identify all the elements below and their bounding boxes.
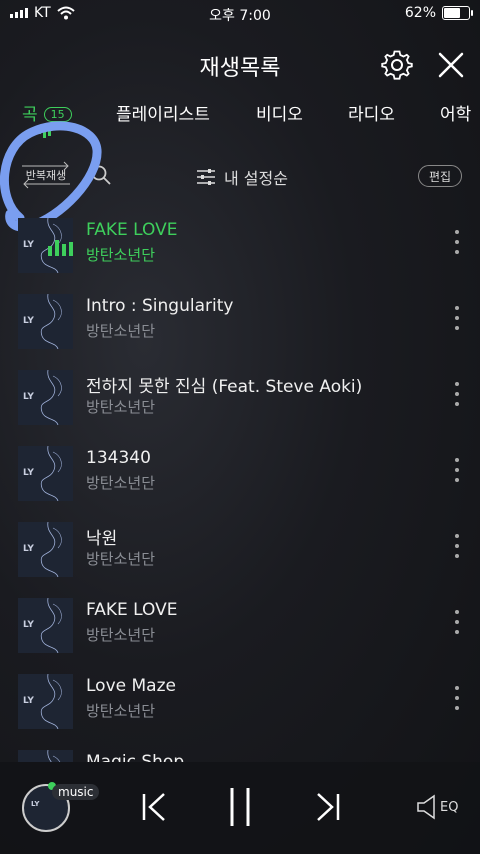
edit-button[interactable]: 편집 [418,165,462,187]
now-playing-eq-icon [48,240,73,256]
tab-radio[interactable]: 라디오 [348,100,395,125]
album-art-text: LY [23,240,34,250]
pause-icon[interactable] [222,786,258,828]
song-artist: 방탄소년단 [86,702,156,720]
song-row[interactable]: LY FAKE LOVE 방탄소년단 [0,218,480,284]
song-row[interactable]: LY 134340 방탄소년단 [0,446,480,512]
song-title: FAKE LOVE [86,220,178,240]
song-artist: 방탄소년단 [86,474,156,492]
header: 재생목록 [0,42,480,86]
tab-playlist[interactable]: 플레이리스트 [116,100,210,125]
close-icon[interactable] [434,48,468,82]
battery-percent: 62% [404,5,436,21]
song-row[interactable]: LY Love Maze 방탄소년단 [0,674,480,740]
album-art: LY [18,598,73,653]
tab-songs[interactable]: 곡 15 [22,100,72,125]
song-row[interactable]: LY Intro : Singularity 방탄소년단 [0,294,480,360]
song-artist: 방탄소년단 [86,322,156,340]
song-artist: 방탄소년단 [86,398,156,416]
album-art: LY [18,218,73,273]
song-title: Magic Shop [86,752,185,762]
album-art: LY [18,446,73,501]
album-art-text: LY [23,696,34,706]
album-art-text: LY [23,316,34,326]
album-art: LY [18,294,73,349]
more-options-icon[interactable] [450,382,464,406]
album-art-text: LY [23,468,34,478]
song-count-badge: 15 [43,107,72,122]
eq-label: EQ [440,799,459,815]
album-art-text: LY [23,620,34,630]
song-title: 낙원 [86,529,118,549]
battery-icon [442,6,473,20]
music-tag: music [52,784,100,800]
repeat-button[interactable]: 반복재생 [18,160,74,190]
song-row[interactable]: LY 낙원 방탄소년단 [0,522,480,588]
list-toolbar: 반복재생 내 설정순 편집 [0,160,480,192]
more-options-icon[interactable] [450,230,464,254]
album-art: LY [18,370,73,425]
previous-icon[interactable] [138,790,172,824]
album-art-text: LY [23,392,34,402]
tab-bar: 곡 15 플레이리스트 비디오 라디오 어학 [0,98,480,138]
next-icon[interactable] [310,790,344,824]
more-options-icon[interactable] [450,306,464,330]
sliders-icon [197,169,215,185]
tab-label: 곡 [22,105,38,125]
song-row[interactable]: LY 전하지 못한 진심 (Feat. Steve Aoki) 방탄소년단 [0,370,480,436]
album-art: LY [18,522,73,577]
album-art-text: LY [23,544,34,554]
mini-player: LY music EQ [0,762,480,854]
song-row[interactable]: LY Magic Shop [0,750,480,762]
more-options-icon[interactable] [450,534,464,558]
tab-active-indicator [38,128,52,138]
song-title: Intro : Singularity [86,296,234,316]
song-title: 134340 [86,448,151,468]
more-options-icon[interactable] [450,458,464,482]
song-title: FAKE LOVE [86,600,178,620]
more-options-icon[interactable] [450,610,464,634]
song-title: Love Maze [86,676,176,696]
song-artist: 방탄소년단 [86,550,156,568]
gear-icon[interactable] [380,48,414,82]
album-art: LY [18,750,73,762]
speaker-icon [417,794,435,820]
tab-language[interactable]: 어학 [440,100,471,125]
tab-video[interactable]: 비디오 [256,100,303,125]
album-art: LY [18,674,73,729]
song-artist: 방탄소년단 [86,626,156,644]
sort-button[interactable]: 내 설정순 [196,165,288,189]
sort-label: 내 설정순 [224,169,288,188]
status-bar: KT 오후 7:00 62% [0,0,480,28]
repeat-label: 반복재생 [25,169,67,182]
more-options-icon[interactable] [450,686,464,710]
search-icon[interactable] [90,164,112,186]
album-line-art [47,750,61,762]
eq-button[interactable]: EQ [416,794,458,820]
song-row[interactable]: LY FAKE LOVE 방탄소년단 [0,598,480,664]
album-art-text: LY [31,800,40,808]
song-artist: 방탄소년단 [86,246,156,264]
song-list: LY FAKE LOVE 방탄소년단 LY Intro : Singularity 방탄소… [0,210,480,762]
song-title: 전하지 못한 진심 (Feat. Steve Aoki) [86,377,363,397]
